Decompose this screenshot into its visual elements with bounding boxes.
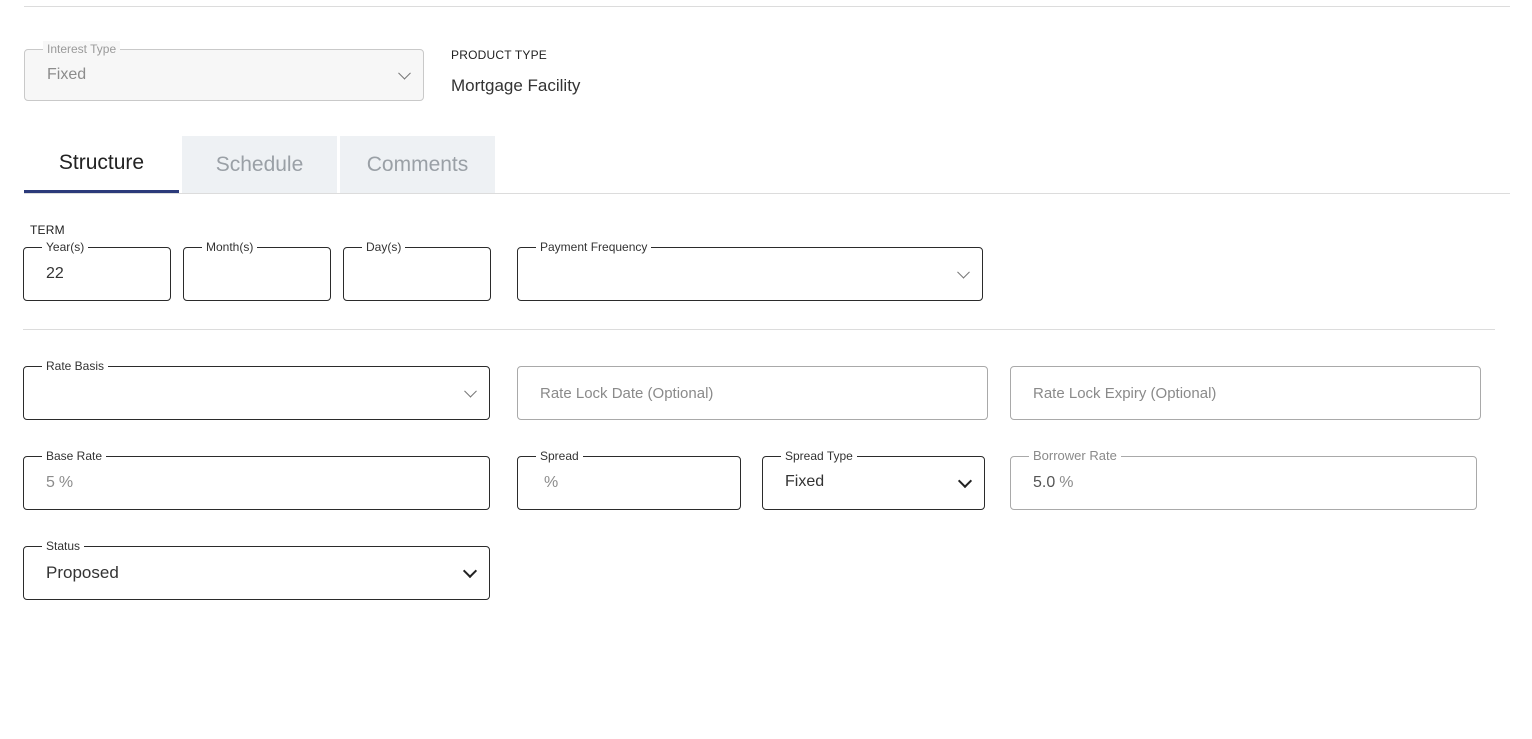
base-rate-unit: % [58,474,74,491]
rate-lock-date-placeholder: Rate Lock Date (Optional) [540,384,714,402]
chevron-down-icon [957,265,970,279]
term-label: TERM [30,223,65,237]
term-days-input[interactable]: Day(s) [343,239,491,301]
rate-lock-expiry-input[interactable]: Rate Lock Expiry (Optional) [1010,366,1481,420]
interest-type-select[interactable]: Interest Type Fixed [24,41,424,101]
term-months-input[interactable]: Month(s) [183,239,331,301]
rate-basis-label: Rate Basis [42,358,109,374]
rate-basis-select[interactable]: Rate Basis [23,358,490,420]
tab-schedule[interactable]: Schedule [182,136,337,193]
term-years-input[interactable]: Year(s) 22 [23,239,171,301]
chevron-down-icon [957,473,973,489]
chevron-down-icon [462,563,478,579]
tabs-divider [24,193,1510,194]
spread-value-wrap: % [540,457,558,509]
status-select[interactable]: Status Proposed [23,538,490,600]
interest-type-value: Fixed [47,66,87,83]
status-value: Proposed [46,563,119,582]
base-rate-value-wrap: 5 % [46,457,73,509]
payment-frequency-label: Payment Frequency [536,239,652,255]
spread-unit: % [544,474,559,491]
term-years-value: 22 [46,265,64,282]
top-divider [24,6,1510,7]
spread-type-value: Fixed [785,473,825,490]
borrower-rate-unit: % [1059,474,1074,491]
rate-lock-date-input[interactable]: Rate Lock Date (Optional) [517,366,988,420]
base-rate-input[interactable]: Base Rate 5 % [23,448,490,510]
spread-input[interactable]: Spread % [517,448,741,510]
borrower-rate-input[interactable]: Borrower Rate 5.0 % [1010,448,1477,510]
section-divider [23,329,1495,330]
spread-type-select[interactable]: Spread Type Fixed [762,448,985,510]
product-type-label: PRODUCT TYPE [451,48,547,62]
rate-lock-expiry-placeholder: Rate Lock Expiry (Optional) [1033,384,1217,402]
borrower-rate-value: 5.0 [1033,474,1056,491]
borrower-rate-value-wrap: 5.0 % [1033,457,1073,509]
tab-structure[interactable]: Structure [24,136,179,193]
payment-frequency-select[interactable]: Payment Frequency [517,239,983,301]
term-days-label: Day(s) [362,239,406,255]
base-rate-value: 5 [46,474,55,491]
term-months-label: Month(s) [202,239,258,255]
product-type-value: Mortgage Facility [451,76,581,95]
chevron-down-icon [398,66,411,80]
tab-comments[interactable]: Comments [340,136,495,193]
tab-bar: Structure Schedule Comments [24,136,498,193]
chevron-down-icon [464,384,477,398]
